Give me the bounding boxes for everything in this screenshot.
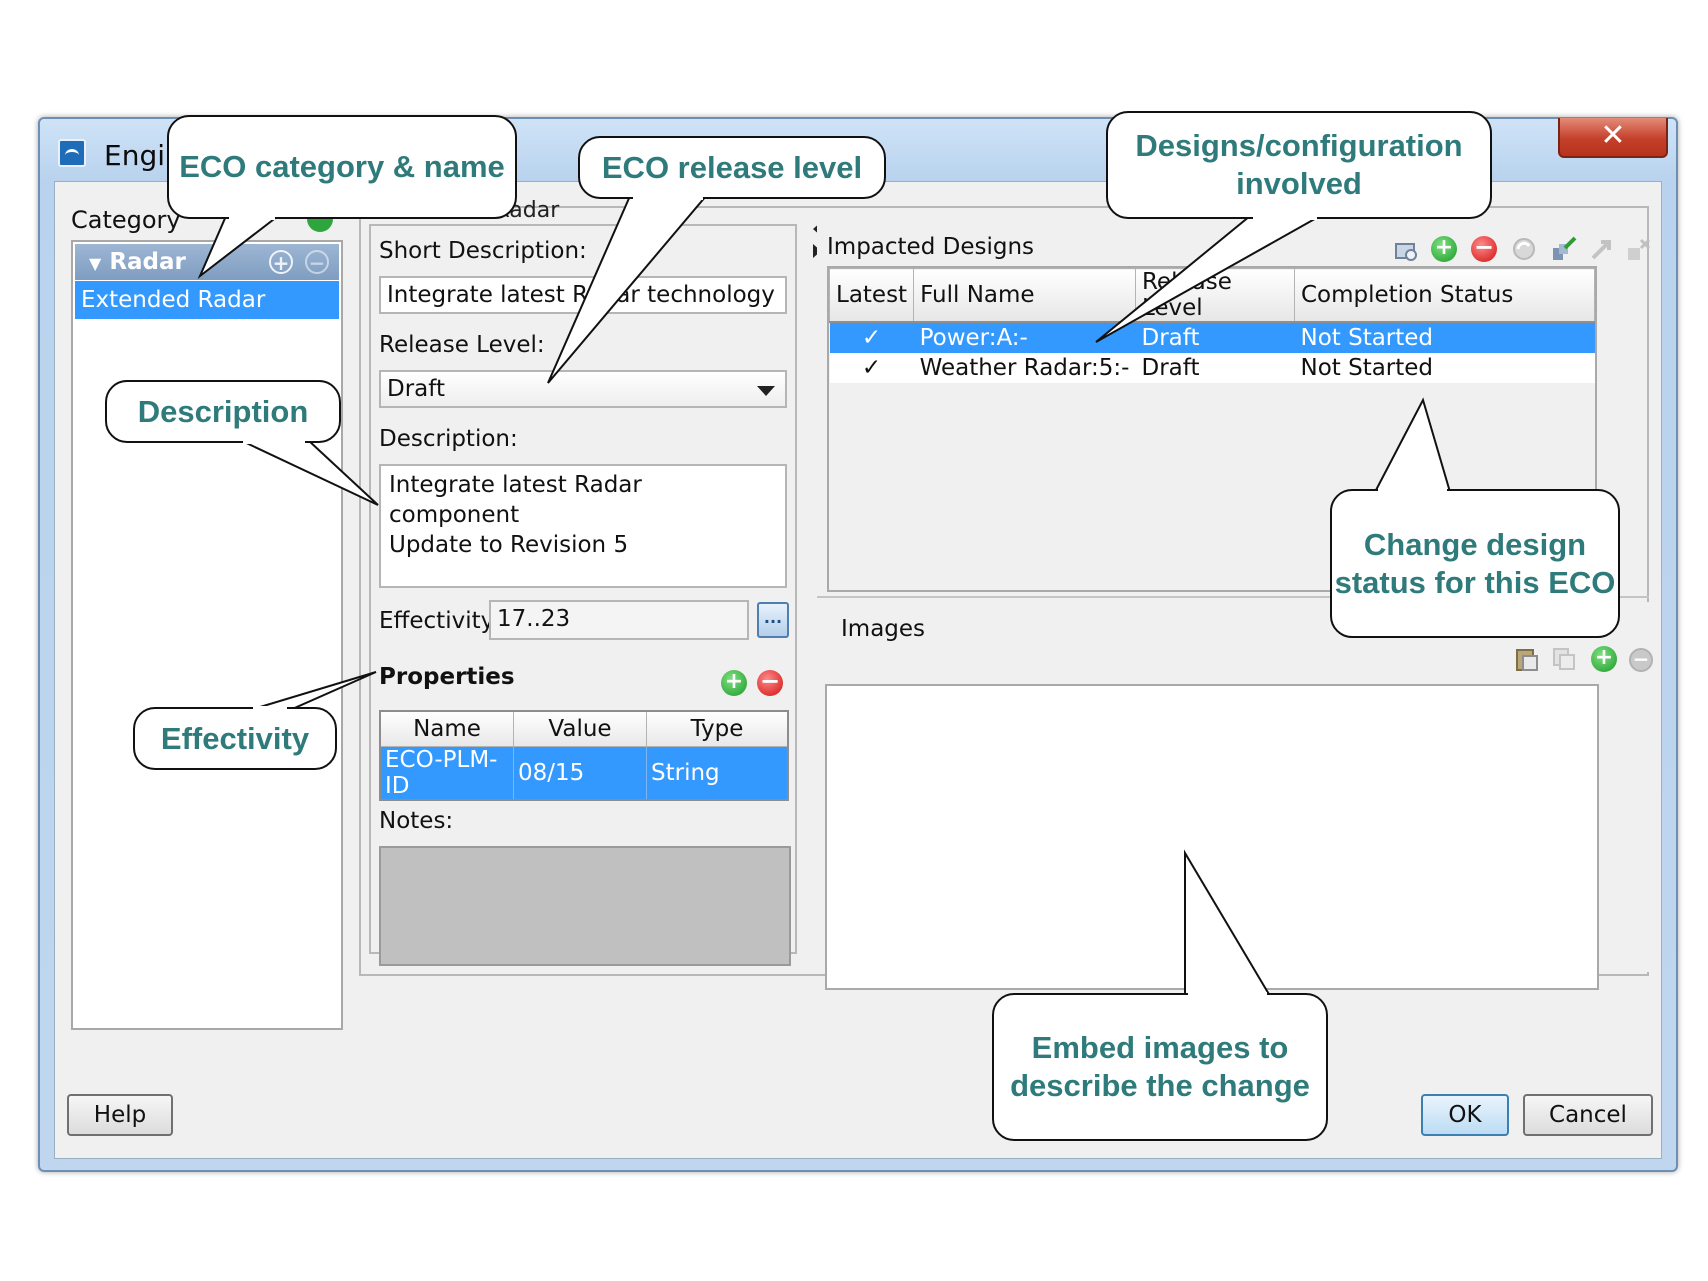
callout-change-status: Change design status for this ECO	[1330, 489, 1620, 638]
callout-description: Description	[105, 380, 341, 443]
callout-effectivity: Effectivity	[133, 707, 337, 770]
callout-embed-images: Embed images to describe the change	[992, 993, 1328, 1141]
callout-release-level: ECO release level	[578, 136, 886, 199]
callout-designs-involved: Designs/configuration involved	[1106, 111, 1492, 219]
callout-eco-category: ECO category & name	[167, 115, 517, 219]
